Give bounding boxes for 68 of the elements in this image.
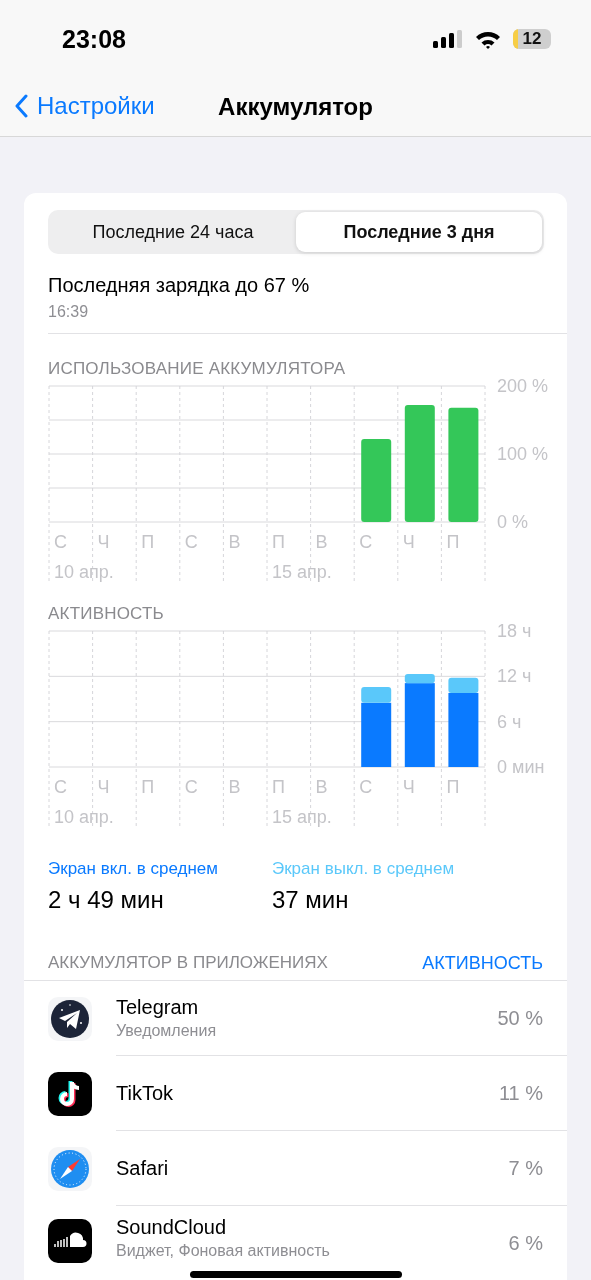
axis-label: С [54,532,67,552]
app-name: Safari [116,1156,169,1180]
axis-label: П [446,777,460,797]
axis-label: Ч [402,777,415,797]
wifi-icon [475,29,501,49]
average-label: Экран вкл. в среднем [48,859,218,879]
back-button[interactable]: Настройки [12,90,157,122]
axis-label: Ч [97,777,110,797]
app-row[interactable]: SoundCloud Виджет, Фоновая активность 6 % [24,1206,567,1280]
app-name: TikTok [116,1081,174,1105]
axis-label: Ч [402,532,415,552]
app-name: Telegram [116,996,200,1019]
app-percent: 11 % [498,1081,543,1105]
axis-label: 6 ч [497,711,522,732]
axis-label: С [54,777,67,797]
axis-label: В [315,532,328,552]
axis-label: В [228,777,241,797]
axis-label: 12 ч [497,666,532,687]
app-row[interactable]: Telegram Уведомления 50 % [24,981,567,1056]
signal-icon [433,30,463,48]
app-percent: 6 % [508,1232,543,1255]
activity-link[interactable]: АКТИВНОСТЬ [422,952,543,974]
average-label: Экран выкл. в среднем [271,859,455,879]
date-label: 10 апр. [54,562,114,582]
page-title: Аккумулятор [218,93,373,121]
axis-label: С [184,777,198,797]
compass-icon [48,1146,92,1191]
period-tab[interactable]: Последние 3 дня [296,212,542,252]
date-label: 10 апр. [54,807,114,827]
app-row[interactable]: TikTok 11 % [24,1056,567,1131]
chevron-icon [14,94,28,118]
chart-title: ИСПОЛЬЗОВАНИЕ АККУМУЛЯТОРА [48,359,347,379]
app-detail: Виджет, Фоновая активность [116,1242,330,1260]
axis-label: 0 мин [497,757,545,777]
axis-label: П [272,532,285,552]
axis-label: П [141,532,155,552]
average-value: 37 мин [271,886,350,914]
cloud-icon [48,1219,92,1263]
axis-label: С [359,532,373,552]
chart-title: АКТИВНОСТЬ [48,604,165,624]
app-detail: Уведомления [116,1022,217,1040]
axis-label: 100 % [497,444,549,464]
axis-label: С [184,532,198,552]
axis-label: 200 % [497,376,549,396]
axis-label: П [446,532,460,552]
date-label: 15 апр. [272,807,332,827]
app-name: SoundCloud [116,1216,228,1239]
axis-label: С [359,777,373,797]
average-value: 2 ч 49 мин [48,886,165,914]
last-charge-time: 16:39 [48,303,90,321]
axis-label: В [228,532,241,552]
status-time: 23:08 [62,24,126,54]
app-row[interactable]: Safari 7 % [24,1131,567,1206]
period-tab[interactable]: Последние 24 часа [50,212,296,252]
section-title: АККУМУЛЯТОР В ПРИЛОЖЕНИЯХ [48,953,328,973]
axis-label: 18 ч [497,621,532,641]
app-percent: 50 % [497,1006,543,1030]
axis-label: В [315,777,328,797]
app-percent: 7 % [508,1156,543,1180]
axis-label: П [141,777,155,797]
paper-plane-icon [48,996,92,1041]
battery-icon: 12 [513,29,551,49]
axis-label: П [272,777,285,797]
axis-label: 0 % [497,512,529,532]
date-label: 15 апр. [272,562,332,582]
last-charge-text: Последняя зарядка до 67 % [48,274,311,297]
music-note-icon [48,1071,92,1116]
axis-label: Ч [97,532,110,552]
